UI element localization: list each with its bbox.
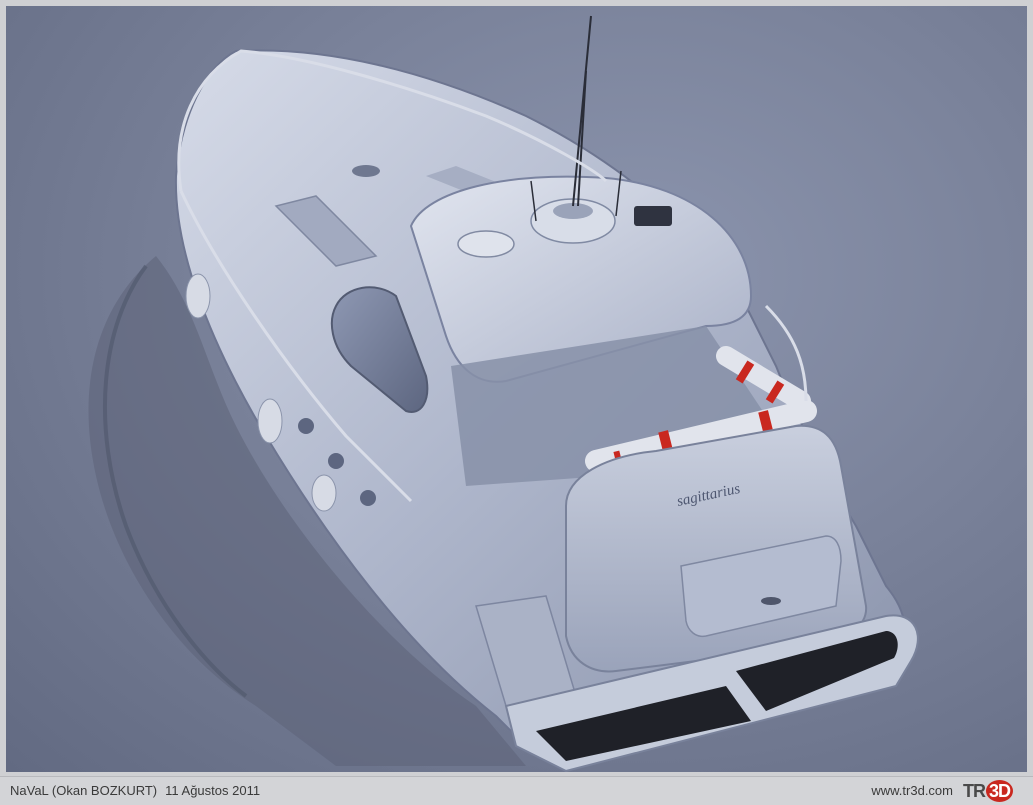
porthole <box>298 418 314 434</box>
logo-text-3d: 3D <box>986 780 1014 802</box>
fender <box>311 474 337 512</box>
porthole <box>360 490 376 506</box>
logo-text-tr: TR <box>963 781 986 801</box>
fender <box>185 273 211 319</box>
boat-illustration: sagittarius <box>88 15 919 772</box>
site-url[interactable]: www.tr3d.com <box>871 783 953 798</box>
image-frame: sagittarius NaVaL (Okan BOZKURT) 11 Ağust… <box>0 0 1033 805</box>
fender <box>257 398 283 444</box>
deck-light <box>352 165 380 177</box>
porthole <box>328 453 344 469</box>
search-light <box>634 206 672 226</box>
caption-bar: NaVaL (Okan BOZKURT) 11 Ağustos 2011 www.… <box>0 776 1033 805</box>
boat-render: sagittarius <box>6 6 1027 772</box>
site-logo[interactable]: TR 3D <box>963 779 1027 803</box>
credit-line: NaVaL (Okan BOZKURT) 11 Ağustos 2011 <box>10 783 260 798</box>
publish-date: 11 Ağustos 2011 <box>165 783 261 798</box>
locker-handle <box>761 597 781 605</box>
author-credit: NaVaL (Okan BOZKURT) <box>10 783 158 798</box>
gps-antenna <box>457 230 515 258</box>
